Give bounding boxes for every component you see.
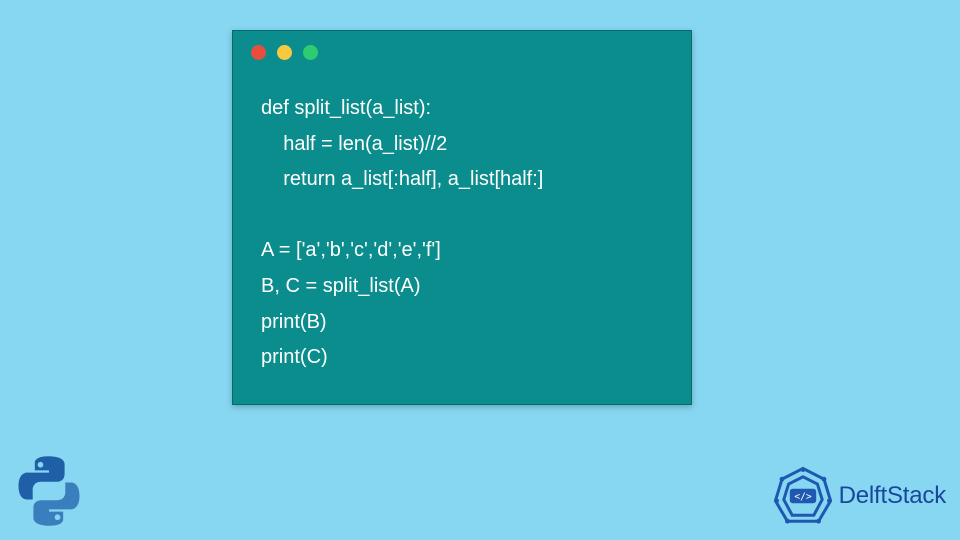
titlebar	[233, 31, 691, 73]
code-block: def split_list(a_list): half = len(a_lis…	[233, 73, 691, 404]
code-window: def split_list(a_list): half = len(a_lis…	[232, 30, 692, 405]
python-logo-icon	[10, 452, 88, 530]
maximize-icon	[303, 45, 318, 60]
delftstack-icon: </>	[773, 466, 833, 526]
brand-name: DelftStack	[839, 482, 946, 510]
minimize-icon	[277, 45, 292, 60]
svg-text:</>: </>	[794, 492, 812, 503]
brand-lockup: </> DelftStack	[773, 466, 946, 526]
close-icon	[251, 45, 266, 60]
